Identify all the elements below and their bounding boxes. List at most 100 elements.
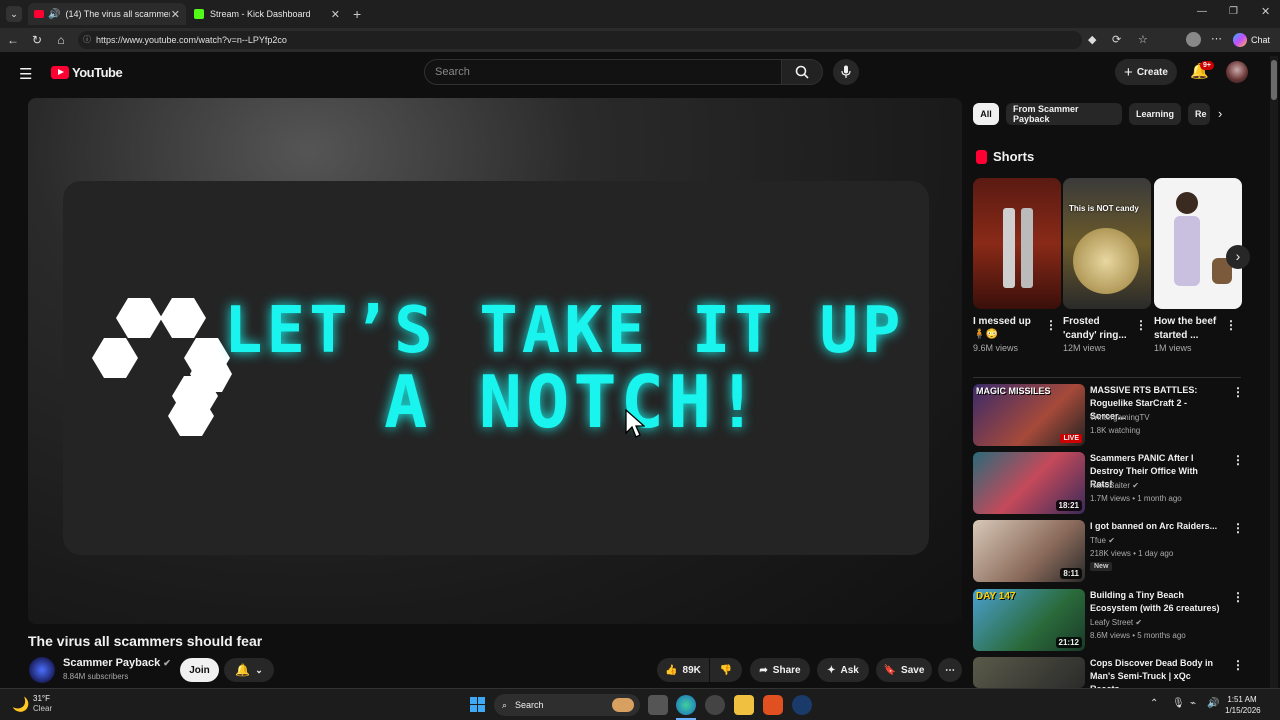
rec-more-icon[interactable]: ⋮	[1232, 658, 1244, 672]
weather-icon[interactable]: 🌙	[12, 696, 29, 713]
overlay-text-line1: LET’S TAKE IT UP	[224, 294, 905, 368]
tray-expand-icon[interactable]: ⌃	[1150, 698, 1158, 709]
rec-channel[interactable]: WintergamingTV	[1090, 411, 1150, 424]
short-thumbnail[interactable]	[1154, 178, 1242, 309]
short-more-icon[interactable]: ⋮	[1225, 318, 1237, 332]
short-more-icon[interactable]: ⋮	[1045, 318, 1057, 332]
short-info[interactable]: I messed up 🧍😳 9.6M views	[973, 315, 1043, 353]
video-thumbnail[interactable]: 8:11	[973, 520, 1085, 582]
start-menu-icon[interactable]	[470, 697, 485, 712]
rec-more-icon[interactable]: ⋮	[1232, 385, 1244, 399]
chip-all[interactable]: All	[973, 103, 999, 125]
extensions-icon[interactable]: ◆	[1088, 33, 1096, 46]
chips-next-icon[interactable]: ›	[1218, 106, 1222, 121]
home-icon[interactable]: ⌂	[54, 33, 68, 47]
app-icon[interactable]	[705, 695, 725, 715]
rec-channel[interactable]: Tfue ✔	[1090, 534, 1115, 547]
rec-title[interactable]: I got banned on Arc Raiders...	[1090, 520, 1222, 533]
rec-more-icon[interactable]: ⋮	[1232, 590, 1244, 604]
account-avatar[interactable]	[1226, 61, 1248, 83]
thumbnail-text: MAGIC MISSILES	[976, 386, 1051, 396]
voice-search-button[interactable]	[833, 59, 859, 85]
taskbar-search[interactable]: ⌕ Search	[494, 694, 640, 716]
volume-icon[interactable]: 🔊	[1207, 698, 1219, 709]
save-button[interactable]: 🔖 Save	[876, 658, 932, 682]
short-title: I messed up	[973, 316, 1031, 327]
url-text: https://www.youtube.com/watch?v=n--LPYfp…	[96, 35, 287, 45]
rec-more-icon[interactable]: ⋮	[1232, 521, 1244, 535]
search-button[interactable]	[781, 59, 823, 85]
new-tab-icon[interactable]: +	[353, 6, 361, 22]
short-title: How the beef	[1154, 316, 1217, 327]
more-menu-icon[interactable]: ⋯	[1211, 32, 1222, 45]
more-actions-button[interactable]: ⋯	[938, 658, 962, 682]
file-explorer-icon[interactable]	[734, 695, 754, 715]
short-more-icon[interactable]: ⋮	[1135, 318, 1147, 332]
tab-youtube[interactable]: 🔊 (14) The virus all scammers sh ✕	[28, 3, 186, 25]
emoji-icons: 🧍😳	[973, 329, 998, 340]
network-icon[interactable]: ⌁	[1190, 698, 1196, 709]
chip-learning[interactable]: Learning	[1129, 103, 1181, 125]
dislike-button[interactable]: 👎	[710, 658, 742, 682]
taskbar-search-label: Search	[515, 700, 544, 710]
rec-channel[interactable]: NanoBaiter ✔	[1090, 479, 1139, 492]
youtube-logo[interactable]: YouTube	[51, 65, 123, 80]
task-view-icon[interactable]	[648, 695, 668, 715]
knife-graphic	[1021, 208, 1033, 288]
subscribe-notify-button[interactable]: 🔔 ⌄	[224, 658, 274, 682]
share-button[interactable]: ➦ Share	[750, 658, 810, 682]
short-info[interactable]: How the beef started ... 1M views	[1154, 315, 1226, 353]
youtube-favicon-icon	[34, 10, 44, 18]
overlay-text-line2: A NOTCH!	[384, 360, 763, 444]
profile-avatar[interactable]	[1186, 32, 1201, 47]
video-thumbnail[interactable]: 18:21	[973, 452, 1085, 514]
like-button[interactable]: 👍 89K	[657, 658, 709, 682]
video-thumbnail[interactable]: DAY 147 21:12	[973, 589, 1085, 651]
edge-icon[interactable]	[676, 695, 696, 715]
tab-list-button[interactable]: ⌄	[6, 6, 22, 22]
page-scrollbar[interactable]	[1270, 56, 1278, 688]
copilot-chat-button[interactable]: Chat	[1233, 31, 1270, 49]
ring-graphic	[1073, 228, 1139, 294]
url-field[interactable]: https://www.youtube.com/watch?v=n--LPYfp…	[78, 31, 1082, 49]
clock[interactable]: 1:51 AM 1/15/2026	[1225, 694, 1261, 716]
site-info-icon[interactable]: ⓘ	[83, 34, 91, 45]
video-thumbnail[interactable]	[973, 657, 1085, 688]
favorites-icon[interactable]: ☆	[1138, 33, 1148, 46]
brave-icon[interactable]	[763, 695, 783, 715]
close-tab-icon[interactable]: ✕	[171, 8, 180, 21]
create-button[interactable]: + Create	[1115, 59, 1177, 85]
close-window-icon[interactable]: ✕	[1261, 5, 1270, 18]
short-thumbnail[interactable]: This is NOT candy	[1063, 178, 1151, 309]
scrollbar-thumb[interactable]	[1271, 60, 1277, 100]
refresh-icon[interactable]: ↻	[30, 33, 44, 47]
browser-essentials-icon[interactable]: ⟳	[1112, 33, 1121, 46]
channel-avatar[interactable]	[29, 657, 55, 683]
minimize-icon[interactable]: —	[1197, 6, 1207, 17]
video-thumbnail[interactable]: MAGIC MISSILES LIVE	[973, 384, 1085, 446]
ask-label: Ask	[840, 664, 859, 676]
join-button[interactable]: Join	[180, 658, 219, 682]
weather-widget[interactable]: 31°F Clear	[33, 694, 52, 714]
restore-icon[interactable]: ❐	[1229, 6, 1238, 17]
knife-graphic	[1003, 208, 1015, 288]
rec-more-icon[interactable]: ⋮	[1232, 453, 1244, 467]
channel-name[interactable]: Scammer Payback ✔	[63, 657, 171, 669]
tab-kick[interactable]: Stream - Kick Dashboard ✕	[188, 3, 346, 25]
microphone-tray-icon[interactable]: 🎙	[1172, 698, 1185, 709]
back-icon[interactable]: ←	[6, 33, 20, 47]
menu-icon[interactable]: ☰	[19, 65, 32, 83]
ask-button[interactable]: ✦ Ask	[817, 658, 869, 682]
short-info[interactable]: Frosted 'candy' ring... 12M views	[1063, 315, 1135, 353]
rec-channel[interactable]: Leafy Street ✔	[1090, 616, 1142, 629]
chip-from-channel[interactable]: From Scammer Payback	[1006, 103, 1122, 125]
shorts-next-button[interactable]: ›	[1226, 245, 1250, 269]
short-thumbnail[interactable]	[973, 178, 1061, 309]
rec-title[interactable]: Building a Tiny Beach Ecosystem (with 26…	[1090, 589, 1222, 615]
mouse-cursor-icon	[625, 409, 645, 438]
video-player[interactable]: LET’S TAKE IT UP A NOTCH!	[28, 98, 962, 624]
close-tab-icon[interactable]: ✕	[331, 8, 340, 21]
steam-icon[interactable]	[792, 695, 812, 715]
chip-partial[interactable]: Re	[1188, 103, 1210, 125]
search-input[interactable]: Search	[424, 59, 782, 85]
